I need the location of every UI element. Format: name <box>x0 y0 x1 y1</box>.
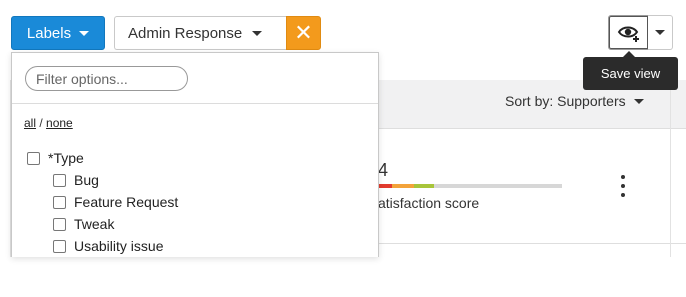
panel-border-right <box>670 80 671 257</box>
checkbox[interactable] <box>53 239 66 253</box>
labels-button-label: Labels <box>26 24 72 42</box>
divider <box>378 243 686 244</box>
option-usability-issue[interactable]: Usability issue <box>53 235 178 257</box>
chevron-down-icon <box>633 98 644 104</box>
option-label: Usability issue <box>74 238 164 254</box>
option-tweak[interactable]: Tweak <box>53 213 178 235</box>
divider <box>12 103 378 104</box>
sort-by-dropdown[interactable]: Sort by: Supporters <box>505 93 644 109</box>
satisfaction-segment-orange <box>392 184 414 188</box>
close-icon: ✕ <box>294 20 313 45</box>
dot <box>621 175 625 179</box>
checkbox[interactable] <box>53 173 66 187</box>
view-options-dropdown[interactable] <box>648 15 673 50</box>
option-bug[interactable]: Bug <box>53 169 178 191</box>
chevron-down-icon <box>655 30 665 35</box>
satisfaction-segment-green <box>414 184 434 188</box>
eye-plus-icon <box>617 26 639 42</box>
remove-filter-button[interactable]: ✕ <box>286 16 321 50</box>
save-view-button[interactable] <box>608 15 649 50</box>
checkbox[interactable] <box>27 151 40 165</box>
separator: / <box>36 116 47 130</box>
satisfaction-bar <box>378 184 562 188</box>
option-label: Feature Request <box>74 194 179 210</box>
filter-options-input[interactable] <box>25 66 188 91</box>
satisfaction-label: atisfaction score <box>378 195 480 211</box>
option-label: Bug <box>74 172 99 188</box>
option-group-type[interactable]: *Type <box>27 147 178 169</box>
satisfaction-number: 4 <box>378 160 389 180</box>
chevron-down-icon <box>79 30 90 36</box>
options-list: *Type Bug Feature Request Tweak Usabilit… <box>27 147 178 257</box>
labels-dropdown-panel: all / none *Type Bug Feature Request Twe… <box>11 52 379 257</box>
dot <box>621 193 625 197</box>
select-all-link[interactable]: all <box>24 116 36 130</box>
option-feature-request[interactable]: Feature Request <box>53 191 178 213</box>
select-none-link[interactable]: none <box>46 116 73 130</box>
option-label: Tweak <box>74 216 115 232</box>
select-all-none: all / none <box>24 116 73 130</box>
sort-by-label: Sort by: Supporters <box>505 93 626 109</box>
filter-chip-label: Admin Response <box>128 24 243 42</box>
labels-button[interactable]: Labels <box>11 16 105 50</box>
chevron-down-icon <box>252 30 263 36</box>
more-options-icon[interactable] <box>618 175 628 197</box>
checkbox[interactable] <box>53 195 66 209</box>
admin-response-filter[interactable]: Admin Response <box>114 16 287 50</box>
option-label: *Type <box>48 150 84 166</box>
checkbox[interactable] <box>53 217 66 231</box>
satisfaction-segment-red <box>378 184 392 188</box>
dot <box>621 184 625 188</box>
save-view-tooltip: Save view <box>583 57 678 90</box>
divider <box>378 128 686 129</box>
